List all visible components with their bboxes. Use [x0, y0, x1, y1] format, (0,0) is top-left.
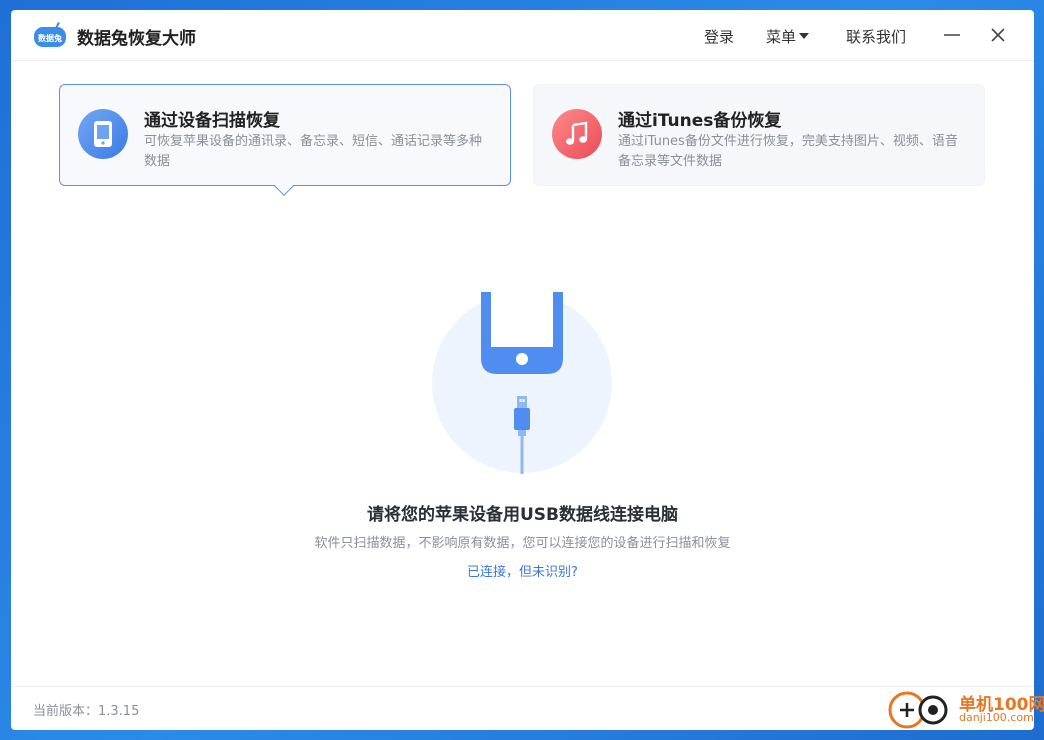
mode-title: 通过iTunes备份恢复 [618, 111, 782, 131]
connect-instruction-subtitle: 软件只扫描数据，不影响原有数据，您可以连接您的设备进行扫描和恢复 [314, 536, 731, 551]
contact-us-link[interactable]: 联系我们 [846, 26, 906, 47]
login-link[interactable]: 登录 [704, 26, 734, 47]
menu-button[interactable]: 菜单 [766, 26, 810, 47]
watermark: 单机100网 danji100.com [885, 686, 1044, 730]
title-bar: 数据兔 数据兔恢复大师 登录 菜单 联系我们 [11, 10, 1034, 61]
connected-not-recognized-link[interactable]: 已连接，但未识别? [11, 561, 1034, 580]
music-note-icon [552, 109, 602, 159]
usb-connect-illustration [432, 292, 612, 474]
connect-instruction-title: 请将您的苹果设备用USB数据线连接电脑 [366, 505, 678, 525]
footer: 当前版本：1.3.15 [11, 686, 1034, 730]
app-logo-icon: 数据兔 [34, 22, 66, 47]
active-pointer [274, 176, 294, 196]
mode-title: 通过设备扫描恢复 [144, 111, 280, 131]
app-logo-text: 数据兔 [38, 33, 62, 43]
app-window: 数据兔 数据兔恢复大师 登录 菜单 联系我们 通过设备扫描恢复 可恢复苹果设备的… [11, 10, 1034, 730]
caret-down-icon [799, 33, 810, 39]
mode-itunes-backup-card[interactable]: 通过iTunes备份恢复 通过iTunes备份文件进行恢复，完美支持图片、视频、… [533, 84, 985, 186]
watermark-url: danji100.com [959, 711, 1034, 724]
close-icon[interactable] [986, 23, 1010, 47]
phone-icon [78, 109, 128, 159]
mode-description: 通过iTunes备份文件进行恢复，完美支持图片、视频、语音备忘录等文件数据 [618, 134, 958, 169]
version-label: 当前版本：1.3.15 [33, 704, 140, 719]
menu-label: 菜单 [766, 28, 797, 46]
mode-description: 可恢复苹果设备的通讯录、备忘录、短信、通话记录等多种数据 [144, 134, 483, 169]
watermark-logo-icon [888, 691, 948, 729]
minimize-icon[interactable] [940, 23, 964, 47]
phone-illustration-icon [481, 292, 563, 374]
mode-device-scan-card[interactable]: 通过设备扫描恢复 可恢复苹果设备的通讯录、备忘录、短信、通话记录等多种数据 [59, 84, 511, 196]
app-title: 数据兔恢复大师 [77, 29, 196, 49]
